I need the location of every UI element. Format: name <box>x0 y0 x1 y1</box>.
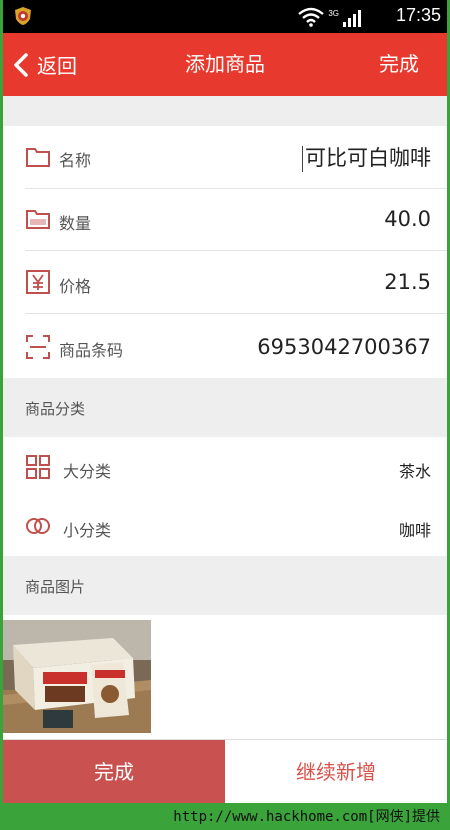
product-photo[interactable] <box>3 620 151 733</box>
back-button[interactable]: 返回 <box>13 33 77 96</box>
folder-filled-icon <box>26 210 50 229</box>
field-price[interactable]: 价格 21.5 <box>3 251 447 313</box>
product-photo-image <box>3 620 151 733</box>
category-main-value: 茶水 <box>398 462 431 481</box>
field-price-value[interactable]: 21.5 <box>384 270 431 294</box>
field-name-label: 名称 <box>59 151 92 170</box>
text-cursor <box>302 146 303 172</box>
back-label: 返回 <box>37 54 77 78</box>
spacer <box>3 96 447 126</box>
bottom-actions: 完成 继续新增 <box>3 739 447 803</box>
category-main-label: 大分类 <box>63 462 112 481</box>
field-quantity[interactable]: 数量 40.0 <box>3 189 447 250</box>
status-bar: 3G 17:35 <box>3 0 447 33</box>
category-sub[interactable]: 小分类 咖啡 <box>3 497 447 556</box>
field-name-value[interactable]: 可比可白咖啡 <box>302 142 431 172</box>
wifi-icon <box>298 7 325 27</box>
app-header: 返回 添加商品 完成 <box>3 33 447 96</box>
category-main[interactable]: 大分类 茶水 <box>3 437 447 497</box>
add-more-button[interactable]: 继续新增 <box>225 740 447 803</box>
signal-icon <box>343 10 361 27</box>
grid-icon <box>26 455 50 479</box>
header-done-button[interactable]: 完成 <box>379 33 419 96</box>
category-sub-label: 小分类 <box>63 521 112 540</box>
clock: 17:35 <box>395 5 441 25</box>
category-section-header: 商品分类 <box>3 378 447 437</box>
rings-icon <box>26 518 50 534</box>
chevron-left-icon <box>14 52 28 77</box>
folder-outline-icon <box>26 148 50 167</box>
category-sub-value: 咖啡 <box>398 521 431 540</box>
app-shield-icon <box>15 7 31 25</box>
category-section-title: 商品分类 <box>25 400 86 418</box>
done-button[interactable]: 完成 <box>3 740 225 803</box>
image-section-title: 商品图片 <box>25 578 86 596</box>
field-barcode[interactable]: 商品条码 6953042700367 <box>3 314 447 378</box>
field-barcode-label: 商品条码 <box>59 341 124 360</box>
name-value-text: 可比可白咖啡 <box>305 146 431 170</box>
network-type: 3G <box>328 9 339 18</box>
yen-icon <box>26 270 50 294</box>
field-quantity-label: 数量 <box>59 214 92 233</box>
watermark: http://www.hackhome.com[网侠]提供 <box>173 809 440 825</box>
barcode-scan-icon <box>26 335 50 359</box>
field-price-label: 价格 <box>59 277 92 296</box>
app-screen: 3G 17:35 返回 添加商品 完成 名称 可比可白咖啡 数量 40.0 价格… <box>3 0 447 803</box>
image-section-header: 商品图片 <box>3 556 447 615</box>
status-icons: 3G <box>298 7 361 27</box>
field-name[interactable]: 名称 可比可白咖啡 <box>3 126 447 188</box>
field-barcode-value[interactable]: 6953042700367 <box>257 335 431 359</box>
field-quantity-value[interactable]: 40.0 <box>384 207 431 231</box>
